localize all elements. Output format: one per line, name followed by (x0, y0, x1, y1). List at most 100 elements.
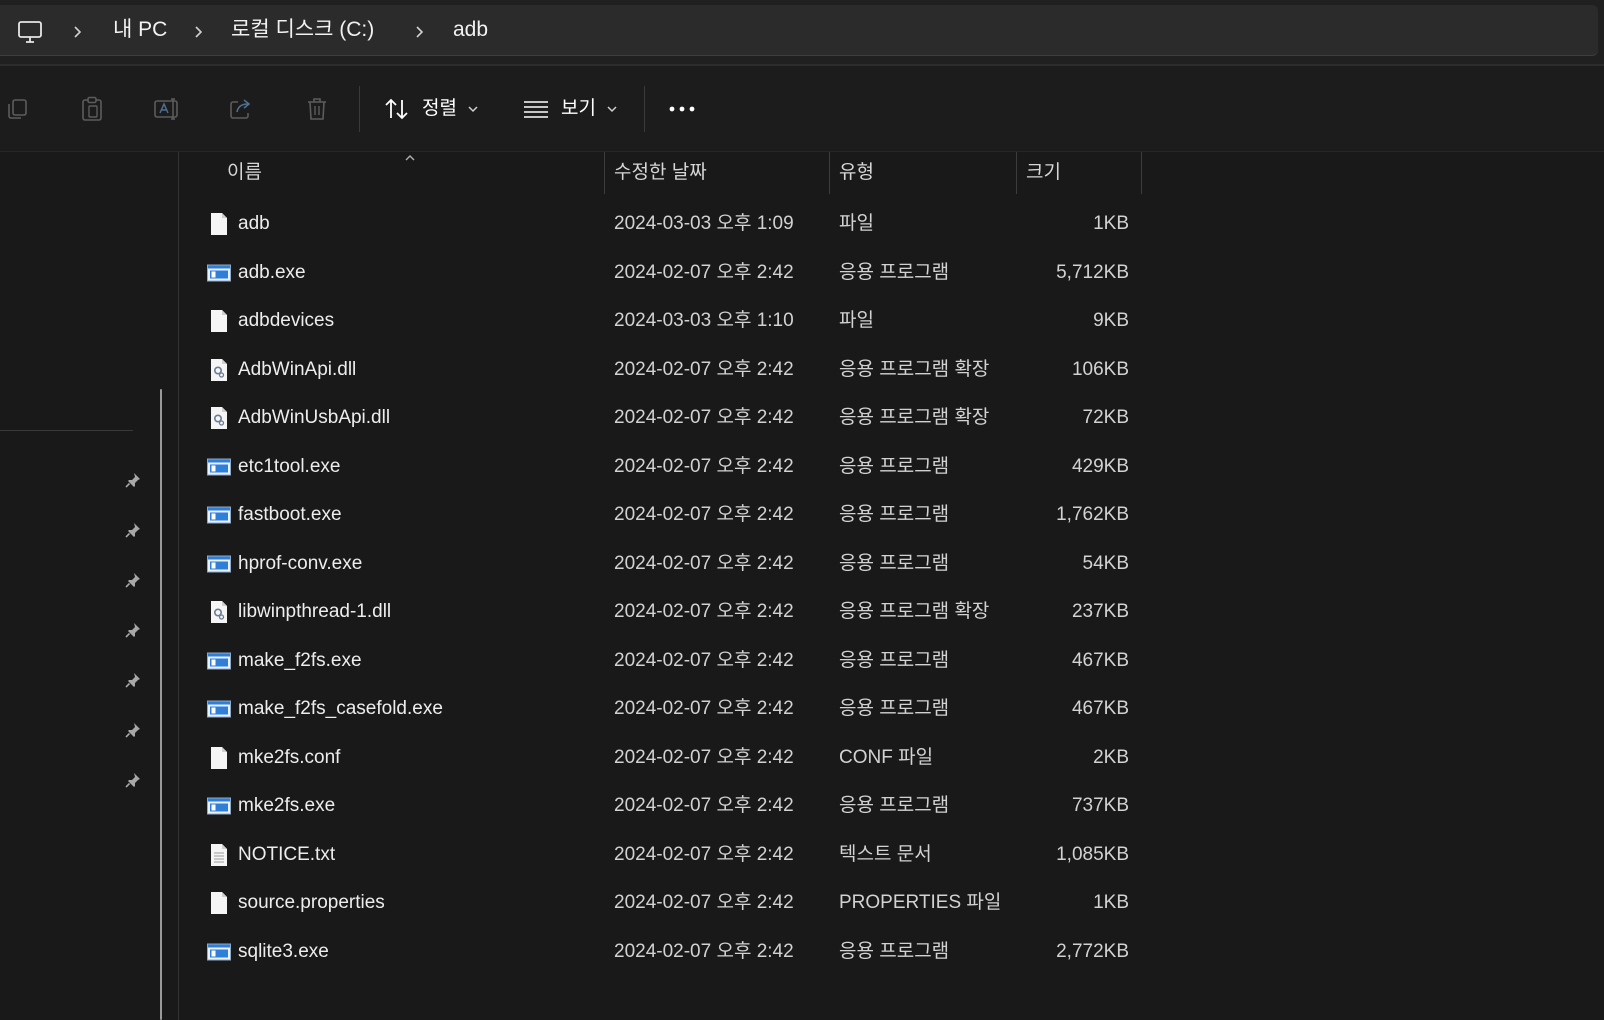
file-row[interactable]: mke2fs.exe 2024-02-07 오후 2:42 응용 프로그램 737KB (0, 782, 1141, 831)
dll-icon (209, 358, 229, 382)
file-name: mke2fs.conf (238, 746, 341, 768)
sort-label: 정렬 (422, 98, 457, 119)
rename-icon (153, 97, 181, 121)
file-row[interactable]: adb.exe 2024-02-07 오후 2:42 응용 프로그램 5,712KB (0, 249, 1141, 298)
file-row[interactable]: NOTICE.txt 2024-02-07 오후 2:42 텍스트 문서 1,085K… (0, 831, 1141, 880)
file-row[interactable]: adb 2024-03-03 오후 1:09 파일 1KB (0, 200, 1141, 249)
file-row[interactable]: adbdevices 2024-03-03 오후 1:10 파일 9KB (0, 297, 1141, 346)
file-type: 응용 프로그램 (839, 940, 950, 962)
file-size: 237KB (1071, 601, 1129, 622)
column-resize-handle[interactable] (1016, 152, 1017, 194)
column-header-name[interactable]: 이름 (227, 152, 262, 194)
file-size: 1KB (1093, 892, 1129, 913)
chevron-right-icon[interactable] (413, 25, 425, 39)
paste-icon (80, 96, 104, 122)
chevron-right-icon[interactable] (192, 25, 204, 39)
exe-icon (207, 943, 231, 961)
file-size: 2,772KB (1056, 940, 1129, 962)
file-row[interactable]: etc1tool.exe 2024-02-07 오후 2:42 응용 프로그램 429… (0, 443, 1141, 492)
column-resize-handle[interactable] (604, 152, 605, 194)
sort-icon (383, 97, 411, 121)
file-name: make_f2fs_casefold.exe (238, 698, 443, 719)
file-name: mke2fs.exe (238, 795, 336, 816)
file-row[interactable]: make_f2fs.exe 2024-02-07 오후 2:42 응용 프로그램 46… (0, 637, 1141, 686)
file-type: 응용 프로그램 (839, 261, 950, 283)
file-type: 파일 (839, 310, 874, 331)
file-row[interactable]: AdbWinUsbApi.dll 2024-02-07 오후 2:42 응용 프로그… (0, 394, 1141, 443)
view-menu-button[interactable]: 보기 (515, 89, 623, 129)
file-row[interactable]: mke2fs.conf 2024-02-07 오후 2:42 CONF 파일 2KB (0, 734, 1141, 783)
pc-icon[interactable] (17, 20, 43, 44)
file-size: 1,762KB (1056, 504, 1129, 525)
blank-file-icon (209, 309, 229, 333)
breadcrumb-item-local-disk[interactable]: 로컬 디스크 (C:) (231, 3, 374, 57)
column-resize-handle[interactable] (1141, 152, 1142, 194)
breadcrumb-item-current-folder[interactable]: adb (453, 3, 488, 57)
sort-menu-button[interactable]: 정렬 (376, 89, 484, 129)
file-row[interactable]: AdbWinApi.dll 2024-02-07 오후 2:42 응용 프로그램 확… (0, 346, 1141, 395)
copy-button[interactable] (0, 89, 34, 129)
file-row[interactable]: source.properties 2024-02-07 오후 2:42 PROPE… (0, 879, 1141, 928)
share-button[interactable] (221, 89, 261, 129)
file-size: 72KB (1082, 407, 1129, 428)
file-name: sqlite3.exe (238, 940, 329, 962)
file-type: 응용 프로그램 확장 (839, 407, 990, 428)
text-file-icon (209, 843, 229, 867)
file-type: 응용 프로그램 확장 (839, 601, 990, 622)
column-resize-handle[interactable] (829, 152, 830, 194)
file-size: 1,085KB (1056, 843, 1129, 865)
dll-icon (209, 406, 229, 430)
file-type: 텍스트 문서 (839, 843, 932, 865)
file-row[interactable]: make_f2fs_casefold.exe 2024-02-07 오후 2:42… (0, 685, 1141, 734)
breadcrumb-item-this-pc[interactable]: 내 PC (113, 3, 167, 57)
file-size: 467KB (1071, 698, 1129, 719)
file-date-modified: 2024-02-07 오후 2:42 (614, 552, 794, 574)
chevron-down-icon (467, 104, 479, 114)
more-options-button[interactable] (662, 89, 702, 129)
file-type: 응용 프로그램 확장 (839, 358, 990, 380)
file-row[interactable]: hprof-conv.exe 2024-02-07 오후 2:42 응용 프로그램 5… (0, 540, 1141, 589)
column-header-size[interactable]: 크기 (1026, 152, 1061, 194)
share-icon (228, 97, 254, 121)
blank-file-icon (209, 746, 229, 770)
copy-icon (5, 97, 29, 121)
paste-button[interactable] (72, 89, 112, 129)
file-name: etc1tool.exe (238, 455, 341, 477)
file-row[interactable]: libwinpthread-1.dll 2024-02-07 오후 2:42 응용 … (0, 588, 1141, 637)
exe-icon (207, 458, 231, 476)
file-type: 응용 프로그램 (839, 552, 950, 574)
file-date-modified: 2024-02-07 오후 2:42 (614, 455, 794, 477)
title-area: 내 PC 로컬 디스크 (C:) adb (0, 0, 1604, 66)
view-label: 보기 (561, 98, 596, 119)
rename-button[interactable] (147, 89, 187, 129)
file-size: 9KB (1093, 310, 1129, 331)
file-type: 파일 (839, 213, 874, 234)
file-date-modified: 2024-02-07 오후 2:42 (614, 358, 794, 380)
column-header-type[interactable]: 유형 (839, 152, 874, 194)
file-size: 5,712KB (1056, 261, 1129, 283)
file-date-modified: 2024-02-07 오후 2:42 (614, 504, 794, 525)
file-name: adb (238, 213, 270, 234)
delete-button[interactable] (297, 89, 337, 129)
file-row[interactable]: sqlite3.exe 2024-02-07 오후 2:42 응용 프로그램 2,77… (0, 928, 1141, 977)
file-type: 응용 프로그램 (839, 795, 950, 816)
file-name: adbdevices (238, 310, 335, 331)
chevron-down-icon (606, 104, 618, 114)
file-row[interactable]: fastboot.exe 2024-02-07 오후 2:42 응용 프로그램 1,7… (0, 491, 1141, 540)
column-header-date-modified[interactable]: 수정한 날짜 (614, 152, 707, 194)
blank-file-icon (209, 891, 229, 915)
toolbar-separator (644, 86, 645, 132)
delete-icon (305, 96, 329, 122)
file-date-modified: 2024-02-07 오후 2:42 (614, 407, 794, 428)
file-date-modified: 2024-02-07 오후 2:42 (614, 746, 794, 768)
file-size: 54KB (1082, 552, 1129, 574)
file-size: 2KB (1093, 746, 1129, 768)
file-name: libwinpthread-1.dll (238, 601, 392, 622)
file-name: AdbWinUsbApi.dll (238, 407, 391, 428)
file-name: adb.exe (238, 261, 306, 283)
exe-icon (207, 652, 231, 670)
file-date-modified: 2024-03-03 오후 1:10 (614, 310, 794, 331)
file-date-modified: 2024-02-07 오후 2:42 (614, 649, 794, 671)
address-bar[interactable]: 내 PC 로컬 디스크 (C:) adb (0, 5, 1598, 56)
chevron-right-icon[interactable] (71, 25, 83, 39)
